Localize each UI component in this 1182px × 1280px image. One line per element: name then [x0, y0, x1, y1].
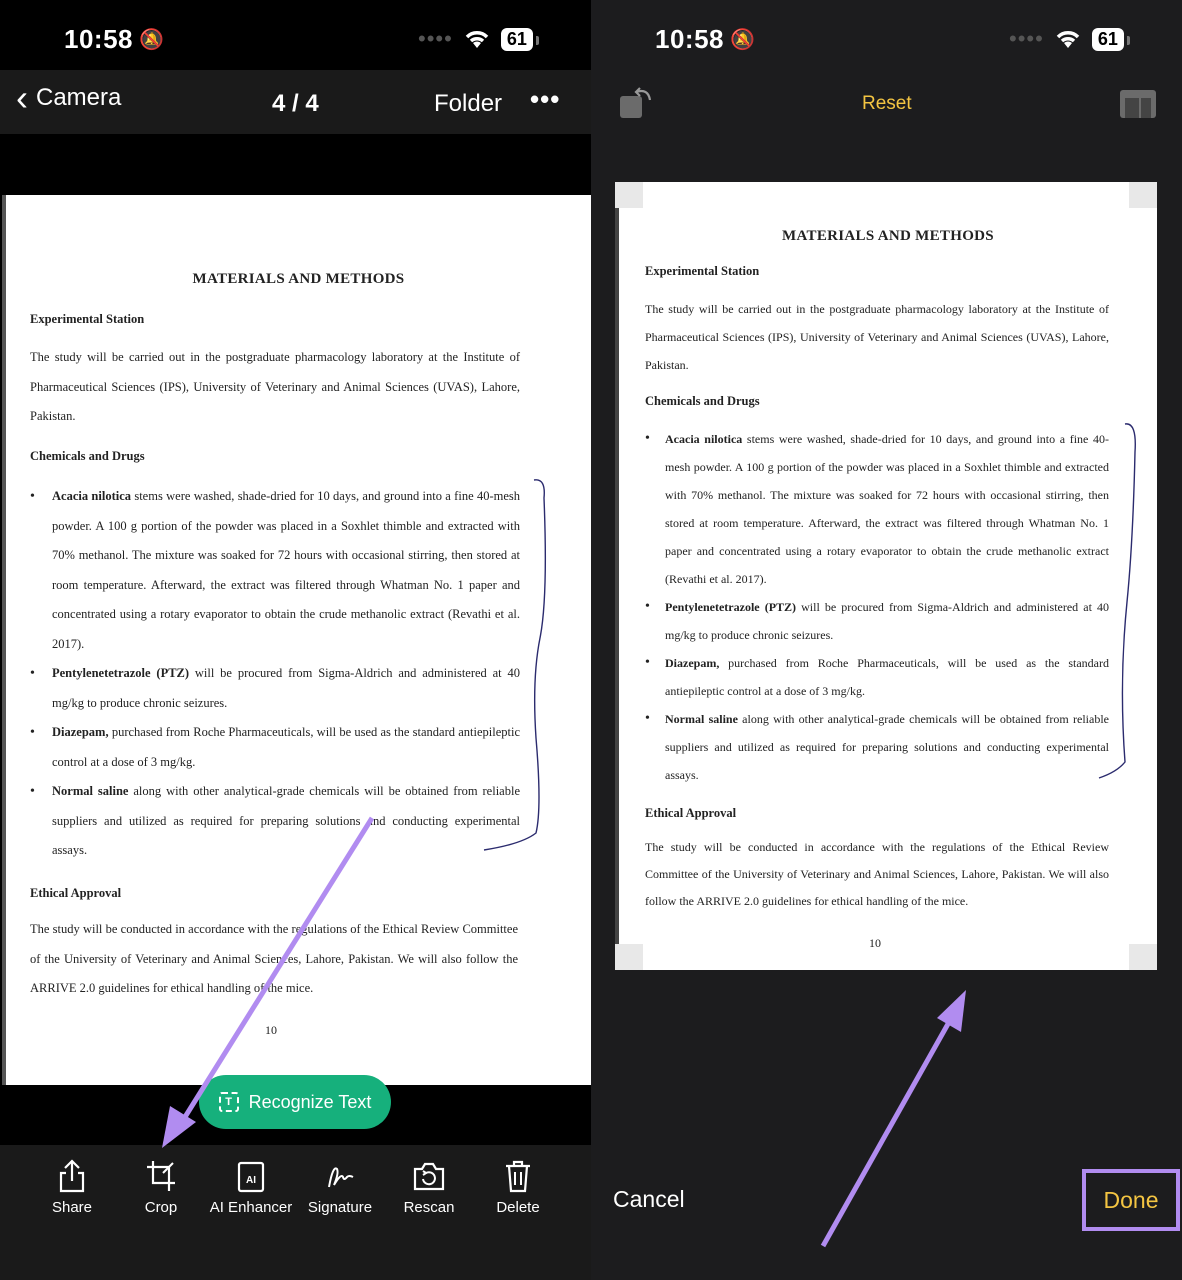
wifi-icon [1056, 31, 1080, 48]
station-text: The study will be carried out in the pos… [30, 350, 520, 423]
delete-label: Delete [496, 1199, 540, 1216]
trash-icon [506, 1160, 530, 1193]
ethics-text: The study will be conducted in accordanc… [30, 922, 518, 995]
ethics-heading: Ethical Approval [645, 806, 737, 820]
handwritten-bracket [483, 479, 547, 851]
share-icon [59, 1159, 85, 1193]
station-heading: Experimental Station [30, 312, 145, 326]
station-heading: Experimental Station [645, 264, 760, 278]
signal-icon: •••• [418, 26, 453, 51]
rotate-icon[interactable] [618, 84, 654, 120]
delete-button[interactable]: Delete [473, 1159, 563, 1217]
crop-icon [147, 1161, 175, 1191]
signature-button[interactable]: Signature [295, 1159, 385, 1217]
crop-handle-bottom-right[interactable] [1129, 944, 1157, 970]
ai-enhancer-icon: AI [237, 1161, 265, 1193]
share-label: Share [51, 1199, 93, 1216]
page-counter: 4 / 4 [272, 90, 319, 117]
signature-label: Signature [307, 1199, 373, 1216]
crop-handle-top-left[interactable] [615, 182, 643, 208]
aspect-ratio-icon[interactable] [1119, 89, 1157, 119]
ai-enhancer-label: AI Enhancer [209, 1199, 293, 1216]
chem-list: Acacia nilotica stems were washed, shade… [645, 425, 1109, 789]
text-scan-icon: T [218, 1092, 239, 1112]
bottom-toolbar: Share Crop AI AI Enhancer Signature Resc… [0, 1145, 591, 1280]
wifi-icon [465, 31, 489, 48]
done-label: Done [1103, 1186, 1159, 1213]
reset-button[interactable]: Reset [862, 93, 912, 115]
back-label: Camera [36, 84, 122, 111]
nav-bar: ‹ Camera 4 / 4 Folder ••• [0, 70, 591, 134]
recognize-text-label: Recognize Text [248, 1091, 372, 1112]
document-viewer-screen: 10:58 🔕 •••• 61 ‹ Camera 4 / 4 Folder ••• … [0, 0, 591, 1280]
ai-enhancer-button[interactable]: AI AI Enhancer [206, 1159, 296, 1217]
chem-heading: Chemicals and Drugs [30, 449, 145, 463]
ethics-heading: Ethical Approval [30, 886, 122, 900]
page-number: 10 [869, 936, 881, 950]
recognize-text-button[interactable]: T Recognize Text [199, 1075, 391, 1129]
list-item: Diazepam, purchased from Roche Pharmaceu… [30, 718, 520, 777]
done-button[interactable]: Done [1082, 1169, 1180, 1231]
list-item: Normal saline along with other analytica… [30, 777, 520, 866]
svg-text:AI: AI [246, 1175, 256, 1186]
crop-screen: 10:58 🔕 •••• 61 Reset MATERIALS AND METHO… [591, 0, 1182, 1280]
crop-handle-bottom-left[interactable] [615, 944, 643, 970]
ethics-text: The study will be conducted in accordanc… [645, 840, 1109, 908]
rescan-camera-icon [413, 1162, 445, 1191]
chem-list: Acacia nilotica stems were washed, shade… [30, 482, 520, 866]
signal-icon: •••• [1009, 26, 1044, 51]
status-time: 10:58 🔕 [64, 24, 165, 54]
chevron-left-icon: ‹ [16, 77, 28, 118]
doc-title: MATERIALS AND METHODS [782, 228, 994, 244]
status-indicators: •••• 61 [1009, 26, 1130, 52]
battery-indicator: 61 [500, 27, 539, 51]
scanned-document-page: MATERIALS AND METHODS Experimental Stati… [2, 195, 591, 1085]
station-text: The study will be carried out in the pos… [645, 302, 1109, 372]
crop-handle-top-right[interactable] [1129, 182, 1157, 208]
list-item: Pentylenetetrazole (PTZ) will be procure… [30, 659, 520, 718]
handwritten-bracket [1098, 423, 1136, 779]
more-options-icon[interactable]: ••• [530, 84, 560, 115]
list-item: Normal saline along with other analytica… [645, 705, 1109, 789]
folder-button[interactable]: Folder [434, 90, 502, 118]
signature-icon [328, 1167, 354, 1188]
chem-heading: Chemicals and Drugs [645, 394, 760, 408]
rescan-label: Rescan [403, 1199, 455, 1216]
back-button[interactable]: ‹ Camera [16, 77, 122, 118]
crop-label: Crop [144, 1199, 178, 1216]
silent-bell-icon: 🔕 [730, 29, 756, 51]
crop-preview-page[interactable]: MATERIALS AND METHODS Experimental Stati… [615, 182, 1157, 970]
crop-button[interactable]: Crop [116, 1159, 206, 1217]
rescan-button[interactable]: Rescan [384, 1159, 474, 1217]
list-item: Diazepam, purchased from Roche Pharmaceu… [645, 649, 1109, 705]
battery-indicator: 61 [1091, 27, 1130, 51]
share-button[interactable]: Share [27, 1159, 117, 1217]
list-item: Acacia nilotica stems were washed, shade… [645, 425, 1109, 593]
doc-title: MATERIALS AND METHODS [192, 271, 405, 287]
page-number: 10 [265, 1023, 277, 1037]
status-indicators: •••• 61 [418, 26, 539, 52]
list-item: Pentylenetetrazole (PTZ) will be procure… [645, 593, 1109, 649]
list-item: Acacia nilotica stems were washed, shade… [30, 482, 520, 659]
status-time: 10:58 🔕 [655, 24, 756, 54]
silent-bell-icon: 🔕 [139, 29, 165, 51]
cancel-button[interactable]: Cancel [613, 1186, 685, 1213]
